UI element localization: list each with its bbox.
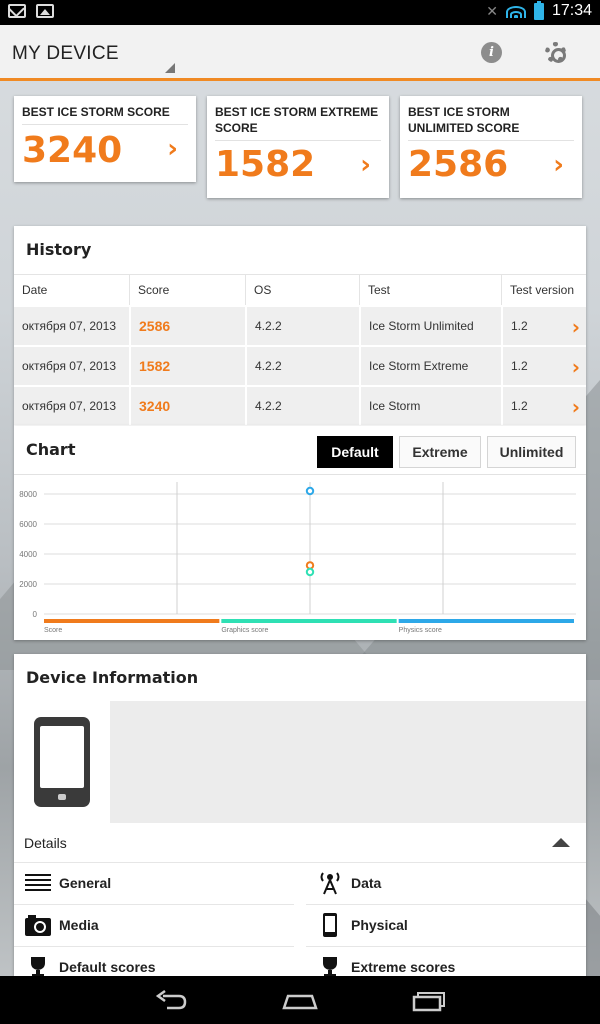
back-icon[interactable] bbox=[153, 988, 189, 1012]
table-row[interactable]: октября 07, 2013 2586 4.2.2 Ice Storm Un… bbox=[14, 305, 586, 345]
card-score: 2586 bbox=[408, 144, 509, 185]
mute-icon: ✕ bbox=[486, 2, 498, 19]
spinner-indicator-icon[interactable] bbox=[165, 63, 175, 73]
settings-gear-icon[interactable] bbox=[545, 42, 566, 63]
y-tick-label: 0 bbox=[33, 610, 38, 619]
detail-label: Physical bbox=[351, 917, 408, 933]
detail-label: Default scores bbox=[59, 959, 156, 975]
legend-label: Score bbox=[44, 627, 62, 634]
row-score: 2586 bbox=[139, 318, 171, 334]
device-info-title: Device Information bbox=[26, 668, 199, 687]
score-card-ice-storm[interactable]: BEST ICE STORM SCORE 3240 › bbox=[14, 96, 196, 182]
legend-label: Physics score bbox=[399, 627, 442, 634]
table-header: Date Score OS Test Test version bbox=[14, 274, 586, 305]
row-score: 1582 bbox=[139, 358, 171, 374]
action-bar: MY DEVICE i bbox=[0, 25, 600, 81]
home-icon[interactable] bbox=[282, 988, 318, 1012]
row-date: октября 07, 2013 bbox=[22, 399, 117, 413]
detail-label: Extreme scores bbox=[351, 959, 456, 975]
chevron-right-icon[interactable]: › bbox=[572, 315, 580, 339]
gmail-icon bbox=[8, 4, 26, 18]
row-test: Ice Storm bbox=[359, 387, 501, 425]
chevron-right-icon[interactable]: › bbox=[572, 355, 580, 379]
data-point bbox=[305, 486, 315, 496]
column-header-os[interactable]: OS bbox=[245, 275, 359, 305]
collapse-caret-icon[interactable] bbox=[552, 838, 570, 847]
device-info-panel: Device Information Details General Data … bbox=[14, 654, 586, 977]
card-title: BEST ICE STORM SCORE bbox=[22, 105, 170, 119]
legend-swatch bbox=[44, 619, 220, 623]
status-time: 17:34 bbox=[551, 2, 592, 19]
y-tick-label: 2000 bbox=[19, 580, 37, 589]
info-icon[interactable]: i bbox=[481, 42, 502, 63]
column-header-test-version[interactable]: Test version bbox=[501, 275, 586, 305]
column-header-score[interactable]: Score bbox=[129, 275, 245, 305]
score-card-ice-storm-unlimited[interactable]: BEST ICE STORM UNLIMITED SCORE 2586 › bbox=[400, 96, 582, 198]
y-tick-label: 4000 bbox=[19, 550, 37, 559]
card-title: BEST ICE STORM EXTREME SCORE bbox=[215, 105, 379, 135]
column-header-test[interactable]: Test bbox=[359, 275, 501, 305]
detail-general[interactable]: General bbox=[14, 863, 294, 905]
chart-title: Chart bbox=[26, 440, 76, 459]
data-point bbox=[305, 567, 315, 577]
score-card-ice-storm-extreme[interactable]: BEST ICE STORM EXTREME SCORE 1582 › bbox=[207, 96, 389, 198]
segment-unlimited[interactable]: Unlimited bbox=[487, 436, 576, 468]
card-title: BEST ICE STORM UNLIMITED SCORE bbox=[408, 105, 520, 135]
row-test: Ice Storm Extreme bbox=[359, 347, 501, 385]
detail-label: General bbox=[59, 875, 112, 891]
row-date: октября 07, 2013 bbox=[22, 359, 117, 373]
status-bar: ✕ 17:34 bbox=[0, 0, 600, 25]
detail-data[interactable]: Data bbox=[306, 863, 586, 905]
wifi-icon bbox=[505, 4, 526, 18]
screen-title[interactable]: MY DEVICE bbox=[12, 43, 119, 65]
gallery-icon bbox=[36, 4, 54, 18]
details-label: Details bbox=[24, 835, 67, 851]
score-chart: 8000 6000 4000 2000 0 Score Graphics score Phys… bbox=[19, 482, 576, 634]
row-os: 4.2.2 bbox=[245, 347, 359, 385]
y-tick-label: 6000 bbox=[19, 520, 37, 529]
phone-icon bbox=[323, 913, 337, 937]
chart-panel: Chart Default Extreme Unlimited 8000 6000… bbox=[14, 426, 586, 640]
segment-extreme[interactable]: Extreme bbox=[399, 436, 481, 468]
details-header[interactable]: Details bbox=[14, 823, 586, 863]
data-point bbox=[305, 561, 315, 570]
row-date: октября 07, 2013 bbox=[22, 319, 117, 333]
detail-media[interactable]: Media bbox=[14, 905, 294, 947]
detail-label: Data bbox=[351, 875, 382, 891]
row-test: Ice Storm Unlimited bbox=[359, 307, 501, 345]
device-image-icon bbox=[34, 717, 90, 807]
list-icon bbox=[25, 874, 51, 891]
row-os: 4.2.2 bbox=[245, 387, 359, 425]
chevron-right-icon[interactable]: › bbox=[572, 395, 580, 419]
navigation-bar bbox=[0, 976, 600, 1024]
recents-icon[interactable] bbox=[410, 988, 446, 1012]
segment-default[interactable]: Default bbox=[317, 436, 393, 468]
history-title: History bbox=[26, 240, 92, 259]
column-header-date[interactable]: Date bbox=[14, 275, 129, 305]
detail-physical[interactable]: Physical bbox=[306, 905, 586, 947]
chevron-right-icon: › bbox=[553, 150, 564, 180]
table-row[interactable]: октября 07, 2013 3240 4.2.2 Ice Storm 1.… bbox=[14, 385, 586, 425]
history-panel: History Date Score OS Test Test version … bbox=[14, 226, 586, 426]
table-row[interactable]: октября 07, 2013 1582 4.2.2 Ice Storm Ex… bbox=[14, 345, 586, 385]
battery-icon bbox=[533, 0, 544, 20]
history-table: Date Score OS Test Test version октября … bbox=[14, 274, 586, 425]
legend-swatch bbox=[398, 619, 574, 623]
row-os: 4.2.2 bbox=[245, 307, 359, 345]
card-score: 1582 bbox=[215, 144, 316, 185]
chevron-right-icon: › bbox=[167, 134, 178, 164]
row-score: 3240 bbox=[139, 398, 171, 414]
legend-label: Graphics score bbox=[221, 627, 268, 634]
detail-label: Media bbox=[59, 917, 99, 933]
y-tick-label: 8000 bbox=[19, 490, 37, 499]
card-score: 3240 bbox=[22, 130, 123, 171]
camera-icon bbox=[25, 915, 51, 936]
chevron-right-icon: › bbox=[360, 150, 371, 180]
antenna-icon bbox=[320, 872, 340, 895]
legend-swatch bbox=[221, 619, 397, 623]
